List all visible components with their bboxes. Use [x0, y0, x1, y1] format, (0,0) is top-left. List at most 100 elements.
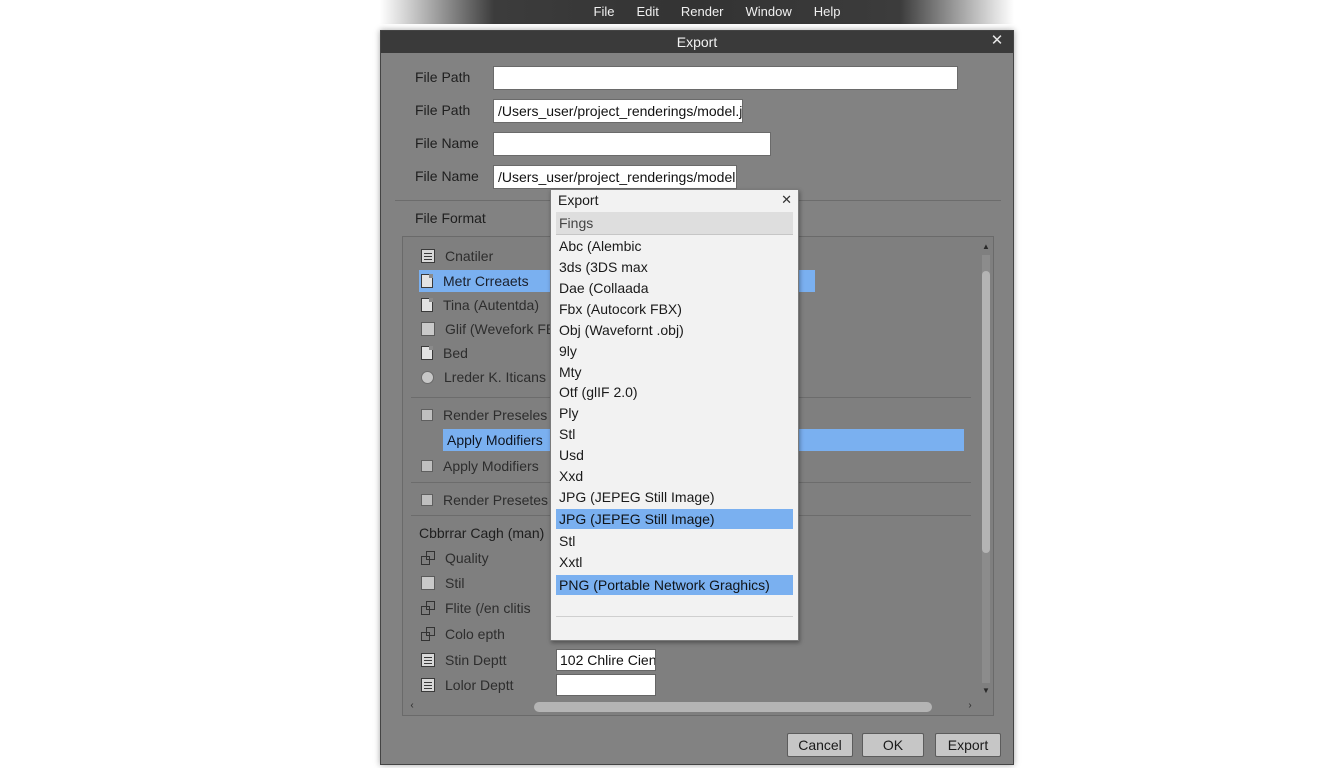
dropdown-option[interactable]: Usd: [556, 445, 793, 465]
render-presets-label: Render Preseles: [443, 407, 548, 423]
list-icon: [421, 249, 435, 263]
menu-edit[interactable]: Edit: [636, 0, 658, 24]
format-item-metr[interactable]: Metr Crreaets: [421, 270, 529, 292]
dropdown-option[interactable]: JPG (JEPEG Still Image): [556, 487, 793, 507]
dropdown-option[interactable]: Xxd: [556, 466, 793, 486]
document-icon: [421, 298, 433, 312]
horizontal-scrollbar[interactable]: ‹ ›: [406, 699, 976, 713]
export-button[interactable]: Export: [935, 733, 1001, 757]
file-name-input-2[interactable]: /Users_user/project_renderings/model.jpg: [493, 165, 737, 189]
dropdown-option[interactable]: Obj (Wavefornt .obj): [556, 320, 793, 340]
dropdown-option[interactable]: Abc (Alembic: [556, 236, 793, 256]
format-item-label: Cnatiler: [445, 248, 494, 264]
link-icon: [421, 551, 435, 565]
menu-bar: File Edit Render Window Help: [380, 0, 1014, 24]
format-item-label: Glif (Wevefork FB: [445, 321, 556, 337]
setting-stin-deptt[interactable]: Stin Deptt: [421, 649, 506, 671]
dropdown-option[interactable]: Ply: [556, 403, 793, 423]
square-icon: [421, 576, 435, 590]
document-icon: [421, 346, 433, 360]
setting-label: Flite (/en clitis: [445, 600, 531, 616]
format-item-label: Bed: [443, 345, 468, 361]
close-icon[interactable]: ✕: [781, 192, 792, 208]
file-name-label: File Name: [415, 135, 479, 151]
setting-label: Quality: [445, 550, 489, 566]
setting-colo-epth[interactable]: Colo epth: [421, 623, 505, 645]
scroll-up-icon[interactable]: ▲: [980, 241, 992, 253]
link-icon: [421, 627, 435, 641]
format-item-cnatiler[interactable]: Cnatiler: [421, 245, 493, 267]
apply-modifiers-row[interactable]: Apply Modifiers: [421, 455, 539, 477]
menu-items: File Edit Render Window Help: [380, 0, 1014, 24]
scroll-left-icon[interactable]: ‹: [406, 699, 418, 713]
vertical-scrollbar[interactable]: ▲ ▼: [980, 241, 992, 697]
dropdown-option[interactable]: Stl: [556, 531, 793, 551]
lolor-deptt-input[interactable]: [556, 674, 656, 696]
grid-icon: [421, 653, 435, 667]
apply-modifiers-label: Apply Modifiers: [447, 432, 543, 448]
file-path-input-2[interactable]: /Users_user/project_renderings/model.jpg: [493, 99, 743, 123]
scroll-down-icon[interactable]: ▼: [980, 685, 992, 697]
format-item-tina[interactable]: Tina (Autentda): [421, 294, 539, 316]
setting-label: Stil: [445, 575, 465, 591]
dropdown-option[interactable]: Otf (glIF 2.0): [556, 382, 793, 402]
menu-render[interactable]: Render: [681, 0, 724, 24]
dropdown-title: Export: [558, 192, 599, 208]
scroll-thumb[interactable]: [982, 271, 990, 553]
format-item-bed[interactable]: Bed: [421, 342, 468, 364]
render-presets-label-2: Render Presetes: [443, 492, 549, 508]
file-name-label-2: File Name: [415, 168, 479, 184]
setting-stil[interactable]: Stil: [421, 572, 464, 594]
menu-file[interactable]: File: [594, 0, 615, 24]
dropdown-option[interactable]: 3ds (3DS max: [556, 257, 793, 277]
cancel-button[interactable]: Cancel: [787, 733, 853, 757]
setting-lolor-deptt[interactable]: Lolor Deptt: [421, 674, 513, 696]
dropdown-option[interactable]: JPG (JEPEG Still Image): [556, 509, 793, 529]
render-presets-row-2[interactable]: Render Presetes: [421, 489, 548, 511]
file-path-input[interactable]: [493, 66, 958, 90]
dialog-title: Export: [676, 34, 718, 50]
format-dropdown: Export ✕ Fings Abc (Alembic 3ds (3DS max D…: [550, 189, 799, 641]
apply-modifiers-checkbox[interactable]: [421, 460, 433, 472]
stin-deptt-input[interactable]: 102 Chlire Cien: [556, 649, 656, 671]
format-item-lreder[interactable]: Lreder K. Iticans: [421, 366, 546, 388]
format-item-glif[interactable]: Glif (Wevefork FB: [421, 318, 555, 340]
file-name-input[interactable]: [493, 132, 771, 156]
render-presets-checkbox[interactable]: [421, 409, 433, 421]
close-icon[interactable]: ✕: [989, 33, 1005, 49]
setting-flite[interactable]: Flite (/en clitis: [421, 597, 531, 619]
dropdown-option[interactable]: Mty: [556, 362, 793, 382]
apply-modifiers-label: Apply Modifiers: [443, 458, 539, 474]
setting-quality[interactable]: Quality: [421, 547, 489, 569]
setting-label: Colo epth: [445, 626, 505, 642]
dialog-titlebar: Export ✕: [381, 31, 1013, 53]
render-presets-row[interactable]: Render Preseles: [421, 404, 547, 426]
dropdown-option[interactable]: Dae (Collaada: [556, 278, 793, 298]
dropdown-option[interactable]: Fbx (Autocork FBX): [556, 299, 793, 319]
dropdown-option[interactable]: PNG (Portable Network Graghics): [556, 575, 793, 595]
apply-modifiers-highlight-row[interactable]: Apply Modifiers: [447, 429, 543, 451]
ok-button[interactable]: OK: [862, 733, 924, 757]
scroll-right-icon[interactable]: ›: [964, 699, 976, 713]
document-icon: [421, 274, 433, 288]
file-path-label-2: File Path: [415, 102, 471, 118]
setting-label: Stin Deptt: [445, 652, 507, 668]
menu-window[interactable]: Window: [746, 0, 792, 24]
dropdown-option[interactable]: Xxtl: [556, 552, 793, 572]
render-presets-checkbox-2[interactable]: [421, 494, 433, 506]
grid-icon: [421, 678, 435, 692]
hscroll-thumb[interactable]: [534, 702, 932, 712]
section2-title: Cbbrrar Cagh (man): [419, 525, 545, 541]
format-item-label: Metr Crreaets: [443, 273, 529, 289]
format-item-label: Lreder K. Iticans: [444, 369, 546, 385]
file-format-label: File Format: [415, 210, 486, 226]
dropdown-option[interactable]: Stl: [556, 424, 793, 444]
menu-help[interactable]: Help: [814, 0, 841, 24]
format-item-label: Tina (Autentda): [443, 297, 539, 313]
dropdown-header: Fings: [556, 212, 793, 235]
dropdown-option[interactable]: 9ly: [556, 341, 793, 361]
setting-label: Lolor Deptt: [445, 677, 514, 693]
radio-button[interactable]: [421, 370, 434, 384]
link-icon: [421, 601, 435, 615]
square-icon: [421, 322, 435, 336]
